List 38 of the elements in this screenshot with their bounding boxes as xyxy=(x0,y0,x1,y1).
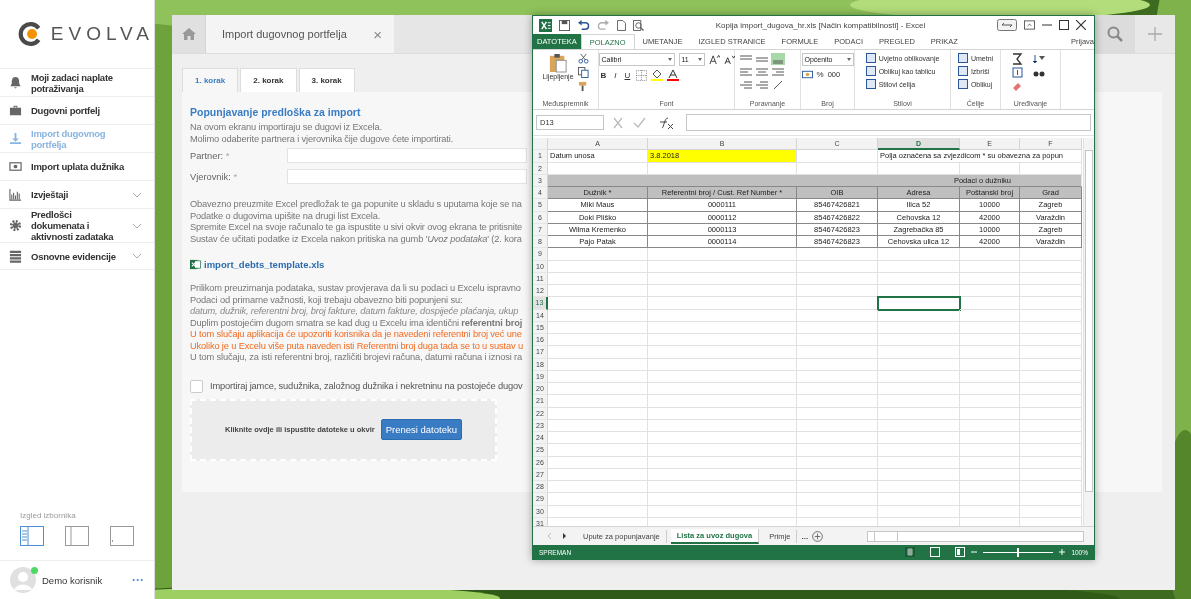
instruction-text: Sustav će učitati podatke iz Excela nakon pritiska na gumb 'Uvoz podataka' (2. kora xyxy=(190,233,522,245)
step-tab[interactable]: 3. korak xyxy=(298,68,355,92)
nav-item[interactable]: Dugovni portfelj xyxy=(0,96,154,124)
instruction-text: Podatke o dugovima upišite na drugi list Excela. xyxy=(190,210,381,222)
nav-item[interactable]: Izvještaji xyxy=(0,180,154,208)
more-sheets-button[interactable]: ... xyxy=(801,531,809,541)
checkbox-label: Importiraj jamce, sudužnika, založnog dužnika i nekretninu na postojeće dugov xyxy=(210,381,523,391)
section-title: Popunjavanje predloška za import xyxy=(190,106,362,118)
logo-text: EVOLVA xyxy=(50,23,154,45)
user-name: Demo korisnik xyxy=(42,574,104,586)
field-label: Partner: * xyxy=(190,150,231,161)
percent-button[interactable]: % xyxy=(816,70,824,79)
page-tab[interactable]: Import dugovnog portfelja × xyxy=(206,15,394,53)
instruction-text: Duplim postojećim dugom smatra se kad dug u Excelu ima identični referentni broj xyxy=(190,317,523,329)
instruction-text: Prilikom preuzimanja podataka, sustav provjerava da li su podaci u Excelu ispravno xyxy=(190,283,521,295)
italic-button[interactable]: I xyxy=(612,70,619,80)
instruction-text: Podaci od primarne važnosti, koji trebaju obavezno biti popunjeni su: xyxy=(190,294,463,306)
instruction-text: Obavezno preuzmite Excel predložak te ga popunite u skladu s uputama koje se na xyxy=(190,199,522,211)
nav-item[interactable]: Predlošci dokumenata i aktivnosti zadataka xyxy=(0,208,154,242)
intro-text: Na ovom ekranu importiraju se dugovi iz Excela. xyxy=(190,122,382,134)
instruction-text: Spremite Excel na svoje računalo te ga ispustite u sivi okvir ovog ekrana te pritisnite xyxy=(190,222,523,234)
intro-text: Molimo odaberite partnera i vjerovnika čije dugove ćete importirati. xyxy=(190,133,454,145)
instruction-text: U tom slučaju aplikacija će upozoriti korisnika da je navedeni referentni broj već une xyxy=(190,329,522,341)
nav-item[interactable]: Import uplata dužnika xyxy=(0,152,154,180)
instruction-text: datum, dužnik, referentni broj, broj fakture, datum fakture, dospijeće plaćanja, ukup xyxy=(190,306,519,318)
template-download-link[interactable]: import_debts_template.xls xyxy=(204,259,325,270)
upload-button[interactable]: Prenesi datoteku xyxy=(380,419,462,440)
layout-label: Izgled izbornika xyxy=(19,511,77,520)
instruction-text: U tom slučaju, za isti referentni broj, različiti brojevi računa, datumi računa i iznosi ra xyxy=(190,352,523,364)
step-tab[interactable]: 1. korak xyxy=(182,68,239,92)
instruction-text: Ukoliko je u Excelu više puta naveden isti Referentni broj duga tada se to u sustav u xyxy=(190,340,523,352)
window-title: Kopija import_dugova_hr.xls [Način kompatibilnosti] - Excel xyxy=(714,20,927,30)
nav-item[interactable]: Moji zadaci naplate potraživanja xyxy=(0,68,154,96)
underline-button[interactable]: U xyxy=(622,70,633,80)
field-label: Vjerovnik: * xyxy=(190,171,239,182)
step-tab[interactable]: 2. korak xyxy=(240,68,297,92)
bold-button[interactable]: B xyxy=(598,70,609,80)
nav-item[interactable]: Osnovne evidencije xyxy=(0,242,154,270)
